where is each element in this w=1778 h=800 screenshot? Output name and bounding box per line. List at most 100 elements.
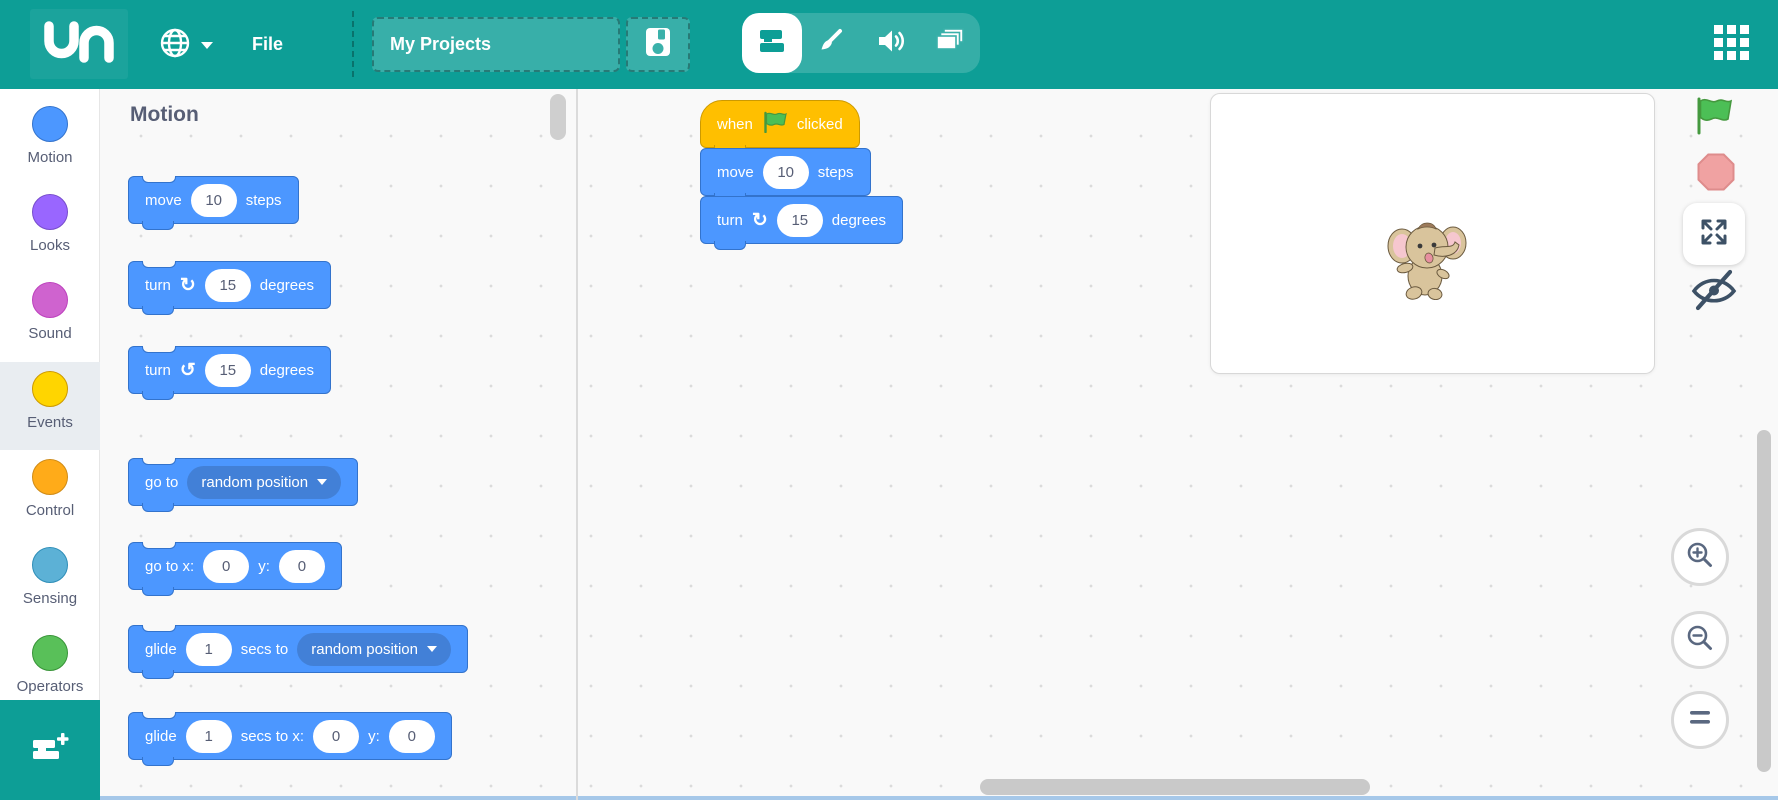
apps-grid-button[interactable] [1714,25,1751,62]
script-block-move-steps[interactable]: move 10 steps [700,148,871,202]
motion-color-dot [32,106,68,142]
workspace-horizontal-scrollbar[interactable] [980,779,1370,795]
sound-color-dot [32,282,68,318]
block-input[interactable]: 0 [313,719,360,753]
zoom-in-icon [1685,540,1715,575]
zoom-reset-button[interactable] [1671,691,1729,749]
green-flag-icon [762,111,788,137]
topbar-separator [352,11,354,77]
block-input[interactable]: 0 [203,549,250,583]
rotate-cw-icon: ↻ [179,274,196,296]
block-text: turn [145,361,171,379]
block-dropdown[interactable]: random position [187,465,342,499]
fullscreen-button[interactable] [1683,203,1745,265]
sidebar-item-sound[interactable]: Sound [0,273,100,361]
block-text: glide [145,640,177,658]
add-blocks-icon [30,732,70,769]
block-input[interactable]: 1 [185,632,232,666]
looks-color-dot [32,194,68,230]
zoom-in-button[interactable] [1671,528,1729,586]
script-block-when-flag-clicked[interactable]: when clicked [700,100,860,154]
block-text: clicked [796,115,843,133]
palette-category-header: Motion [130,103,199,126]
palette-block-move-steps[interactable]: move 10 steps [128,176,299,230]
save-button[interactable] [626,17,690,72]
file-menu[interactable]: File [252,0,283,89]
palette-scrollbar[interactable] [550,94,566,140]
block-text: go to [145,473,179,491]
block-input[interactable]: 0 [388,719,435,753]
rotate-ccw-icon: ↺ [179,359,196,381]
block-text: turn [145,276,171,294]
control-color-dot [32,459,68,495]
hide-stage-button[interactable] [1689,268,1739,317]
backdrops-icon [934,27,966,60]
app-logo[interactable] [30,9,128,79]
sidebar-item-events[interactable]: Events [0,362,100,450]
green-flag-button[interactable] [1693,96,1735,141]
green-flag-icon [1693,97,1735,140]
sidebar-item-control[interactable]: Control [0,450,100,538]
caret-down-icon [426,646,437,652]
sensing-color-dot [32,547,68,583]
block-text: degrees [831,211,886,229]
zoom-out-icon [1685,623,1715,658]
caret-down-icon [201,41,213,49]
block-dropdown[interactable]: random position [297,632,451,666]
sprite-baby-elephant[interactable] [1387,208,1471,301]
apps-grid-icon [1714,25,1723,34]
sidebar-item-motion[interactable]: Motion [0,97,100,185]
palette-block-turn-counterclockwise[interactable]: turn ↺ 15 degrees [128,346,331,400]
project-name-input[interactable]: My Projects [372,17,620,72]
block-input[interactable]: 0 [278,549,325,583]
block-text: move [145,191,182,209]
tab-backdrops[interactable] [921,13,981,73]
zoom-out-button[interactable] [1671,611,1729,669]
dropdown-value: random position [201,473,309,491]
globe-icon [158,26,192,65]
tab-costumes-paint[interactable] [802,13,862,73]
hide-eye-icon [1689,269,1739,316]
logo-icon [40,17,118,72]
block-input[interactable]: 10 [190,183,237,217]
palette-block-glide-menu[interactable]: glide 1 secs to random position [128,625,468,679]
script-block-turn-clockwise[interactable]: turn ↻ 15 degrees [700,196,903,250]
stop-button[interactable] [1696,152,1736,197]
dropdown-value: random position [311,640,418,658]
language-selector[interactable] [158,24,228,66]
block-input[interactable]: 15 [204,353,251,387]
palette-divider [576,89,578,800]
block-text: go to x: [145,557,195,575]
fullscreen-icon [1699,217,1729,252]
block-input[interactable]: 1 [185,719,232,753]
block-input[interactable]: 15 [776,203,823,237]
sidebar-item-looks[interactable]: Looks [0,185,100,273]
block-input[interactable]: 15 [204,268,251,302]
save-icon [644,26,672,63]
block-text: y: [368,727,380,745]
sidebar-item-sensing[interactable]: Sensing [0,538,100,626]
workspace-vertical-scrollbar[interactable] [1757,430,1771,772]
block-text: glide [145,727,177,745]
tab-sounds[interactable] [861,13,921,73]
tab-code-blocks[interactable] [742,13,802,73]
editor-mode-toolbar [742,13,980,73]
zoom-reset-icon [1687,708,1713,733]
block-text: degrees [259,276,314,294]
code-blocks-icon [757,27,787,60]
block-categories-sidebar: Motion Looks Sound Events Control Sensin… [0,89,100,700]
block-text: secs to x: [240,727,305,745]
palette-block-glide-xy[interactable]: glide 1 secs to x: 0 y: 0 [128,712,452,766]
stop-sign-icon [1696,153,1736,196]
block-text: steps [817,163,854,181]
block-input[interactable]: 10 [762,155,809,189]
block-text: secs to [240,640,289,658]
palette-block-goto-xy[interactable]: go to x: 0 y: 0 [128,542,342,596]
block-text: move [717,163,754,181]
add-extension-button[interactable] [0,700,100,800]
block-text: turn [717,211,743,229]
palette-block-turn-clockwise[interactable]: turn ↻ 15 degrees [128,261,331,315]
block-text: y: [258,557,270,575]
paintbrush-icon [816,26,846,61]
palette-block-goto-menu[interactable]: go to random position [128,458,359,512]
